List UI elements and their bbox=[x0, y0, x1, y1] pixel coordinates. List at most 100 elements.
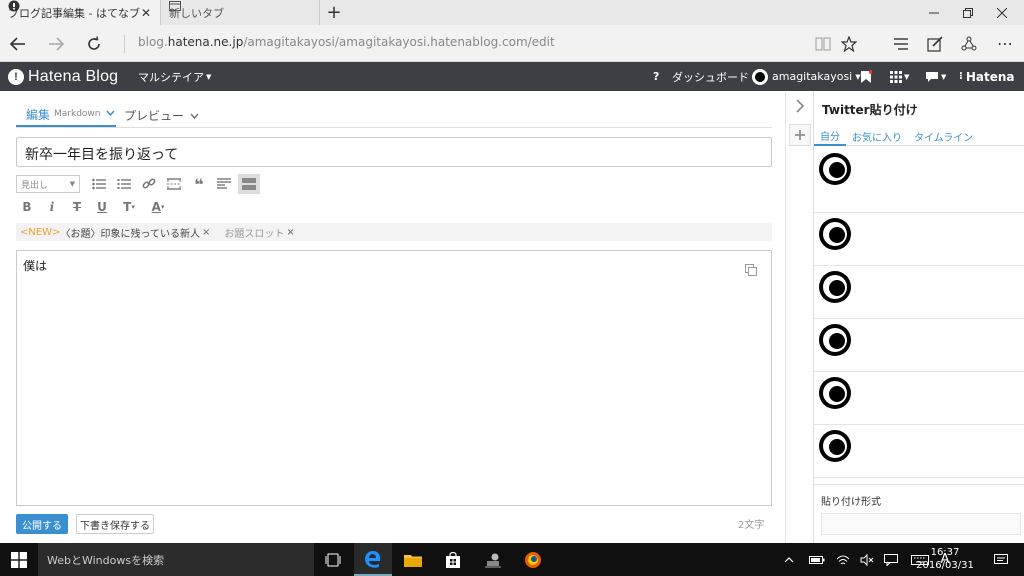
browser-tab-active[interactable]: ブログ記事編集 - はてなブ ✕ bbox=[0, 0, 160, 25]
avatar bbox=[819, 218, 851, 250]
taskbar-clock[interactable]: 16:37 2016/03/31 bbox=[910, 546, 980, 572]
quote-icon[interactable]: ❝ bbox=[188, 174, 210, 194]
read-more-icon[interactable] bbox=[163, 174, 185, 194]
list-item[interactable] bbox=[814, 425, 1024, 478]
hatena-brand-link[interactable]: ⁝ Hatena bbox=[959, 62, 1014, 91]
table-of-contents-icon[interactable] bbox=[213, 174, 235, 194]
caret-down-icon: ▼ bbox=[206, 72, 212, 81]
restore-icon[interactable] bbox=[950, 0, 986, 25]
minimize-icon[interactable] bbox=[916, 0, 952, 25]
caret-down-icon: ▼ bbox=[69, 180, 75, 188]
edit-mode-label: Markdown bbox=[54, 109, 101, 119]
blog-select-menu[interactable]: マルシテイア ▼ bbox=[138, 62, 211, 91]
hatena-favicon-icon bbox=[8, 0, 20, 12]
body-textarea[interactable]: 僕は bbox=[16, 250, 772, 506]
close-window-icon[interactable] bbox=[984, 0, 1020, 25]
url-field[interactable]: blog.hatena.ne.jp/amagitakayosi/amagitak… bbox=[124, 35, 555, 53]
tab-preview-label: プレビュー bbox=[124, 108, 185, 123]
browser-tab-new[interactable]: 新しいタブ bbox=[160, 0, 320, 25]
strikethrough-icon[interactable]: T bbox=[66, 197, 88, 217]
message-icon[interactable] bbox=[880, 543, 902, 576]
dashboard-link[interactable]: ダッシュボード bbox=[672, 62, 749, 91]
wifi-icon[interactable] bbox=[831, 543, 855, 576]
refresh-button[interactable] bbox=[76, 25, 112, 62]
user-name: amagitakayosi bbox=[772, 70, 853, 83]
hatena-header: ! Hatena Blog マルシテイア ▼ ? ダッシュボード amagita… bbox=[0, 62, 1024, 91]
list-item[interactable] bbox=[814, 319, 1024, 372]
link-icon[interactable] bbox=[138, 174, 160, 194]
tab-preview[interactable]: プレビュー bbox=[124, 103, 199, 127]
chevron-up-icon[interactable] bbox=[780, 543, 798, 576]
close-icon[interactable]: × bbox=[202, 227, 210, 238]
brand-text: Hatena bbox=[965, 69, 1015, 84]
bullet-list-icon[interactable] bbox=[88, 174, 110, 194]
url-prefix: blog. bbox=[138, 35, 168, 49]
tab-page-icon bbox=[169, 0, 181, 12]
windows-start-icon[interactable] bbox=[0, 543, 38, 576]
back-button[interactable] bbox=[0, 25, 36, 62]
hatena-logo-icon: ! bbox=[8, 68, 24, 85]
list-item[interactable] bbox=[814, 213, 1024, 266]
help-button[interactable]: ? bbox=[653, 62, 659, 91]
user-menu[interactable]: amagitakayosi ▼ bbox=[752, 62, 861, 91]
paste-format-select[interactable] bbox=[821, 513, 1021, 535]
tab-mine[interactable]: 自分 bbox=[814, 127, 846, 146]
share-icon[interactable] bbox=[952, 25, 986, 62]
hatena-blog-logo[interactable]: ! Hatena Blog bbox=[8, 67, 118, 86]
paste-format-section: 貼り付け形式 bbox=[814, 484, 1024, 543]
toolbar-row-2: B i T U T ▾ A ▾ bbox=[16, 197, 174, 217]
close-icon[interactable]: × bbox=[286, 227, 294, 238]
hub-icon[interactable] bbox=[884, 25, 918, 62]
battery-icon[interactable] bbox=[805, 543, 829, 576]
list-item[interactable] bbox=[814, 266, 1024, 319]
avatar bbox=[819, 324, 851, 356]
numbered-list-icon[interactable] bbox=[113, 174, 135, 194]
tab-timeline[interactable]: タイムライン bbox=[908, 127, 979, 146]
tab-edit[interactable]: 編集 Markdown bbox=[16, 103, 116, 127]
forward-button[interactable] bbox=[38, 25, 74, 62]
underline-icon[interactable]: U bbox=[91, 197, 113, 217]
bold-icon[interactable]: B bbox=[16, 197, 38, 217]
twitter-tabs: 自分 お気に入り タイムライン bbox=[814, 127, 1024, 146]
font-size-icon[interactable]: T ▾ bbox=[116, 197, 142, 217]
heading-select[interactable]: 見出し ▼ bbox=[16, 175, 80, 193]
favorite-star-icon[interactable] bbox=[832, 25, 866, 62]
italic-icon[interactable]: i bbox=[41, 197, 63, 217]
more-icon[interactable]: ⋯ bbox=[988, 25, 1022, 62]
web-note-icon[interactable] bbox=[918, 25, 952, 62]
topic-slot-link[interactable]: お題スロット bbox=[224, 225, 284, 240]
text-color-icon[interactable]: A ▾ bbox=[145, 197, 171, 217]
store-icon[interactable] bbox=[434, 543, 472, 576]
publish-button[interactable]: 公開する bbox=[16, 514, 68, 534]
copy-icon[interactable] bbox=[745, 264, 757, 279]
close-tab-icon[interactable]: ✕ bbox=[140, 6, 152, 20]
chevron-right-icon[interactable] bbox=[789, 95, 811, 117]
file-explorer-icon[interactable] bbox=[394, 543, 432, 576]
firefox-icon[interactable] bbox=[514, 543, 552, 576]
chevron-down-icon bbox=[190, 108, 199, 122]
action-center-icon[interactable] bbox=[984, 543, 1018, 576]
bookmark-icon[interactable] bbox=[860, 62, 872, 91]
network-app-icon[interactable] bbox=[474, 543, 512, 576]
new-tab-button[interactable]: + bbox=[322, 0, 346, 25]
avatar bbox=[819, 377, 851, 409]
notification-icon[interactable]: ▼ bbox=[925, 62, 946, 91]
topic-bar: <NEW> 〈お題〉印象に残っている新人 × お題スロット × bbox=[16, 223, 772, 241]
list-item[interactable] bbox=[814, 372, 1024, 425]
apps-grid-icon[interactable]: ▼ bbox=[890, 62, 909, 91]
sidebar-layout-icon[interactable] bbox=[238, 174, 260, 194]
avatar bbox=[819, 271, 851, 303]
list-item[interactable] bbox=[814, 148, 1024, 213]
edge-icon[interactable] bbox=[354, 543, 392, 576]
tab-favorites[interactable]: お気に入り bbox=[846, 127, 908, 146]
topic-link[interactable]: 〈お題〉印象に残っている新人 bbox=[60, 225, 200, 240]
taskbar-search-input[interactable]: WebとWindowsを検索 bbox=[38, 543, 314, 576]
tab-divider bbox=[16, 127, 772, 128]
paste-format-label: 貼り付け形式 bbox=[821, 497, 881, 508]
volume-muted-icon[interactable] bbox=[857, 543, 877, 576]
back-arrow-icon bbox=[10, 36, 25, 51]
title-input[interactable]: 新卒一年目を振り返って bbox=[16, 137, 772, 167]
plus-icon[interactable] bbox=[789, 124, 811, 146]
task-view-icon[interactable] bbox=[314, 543, 352, 576]
save-draft-button[interactable]: 下書き保存する bbox=[76, 514, 154, 534]
